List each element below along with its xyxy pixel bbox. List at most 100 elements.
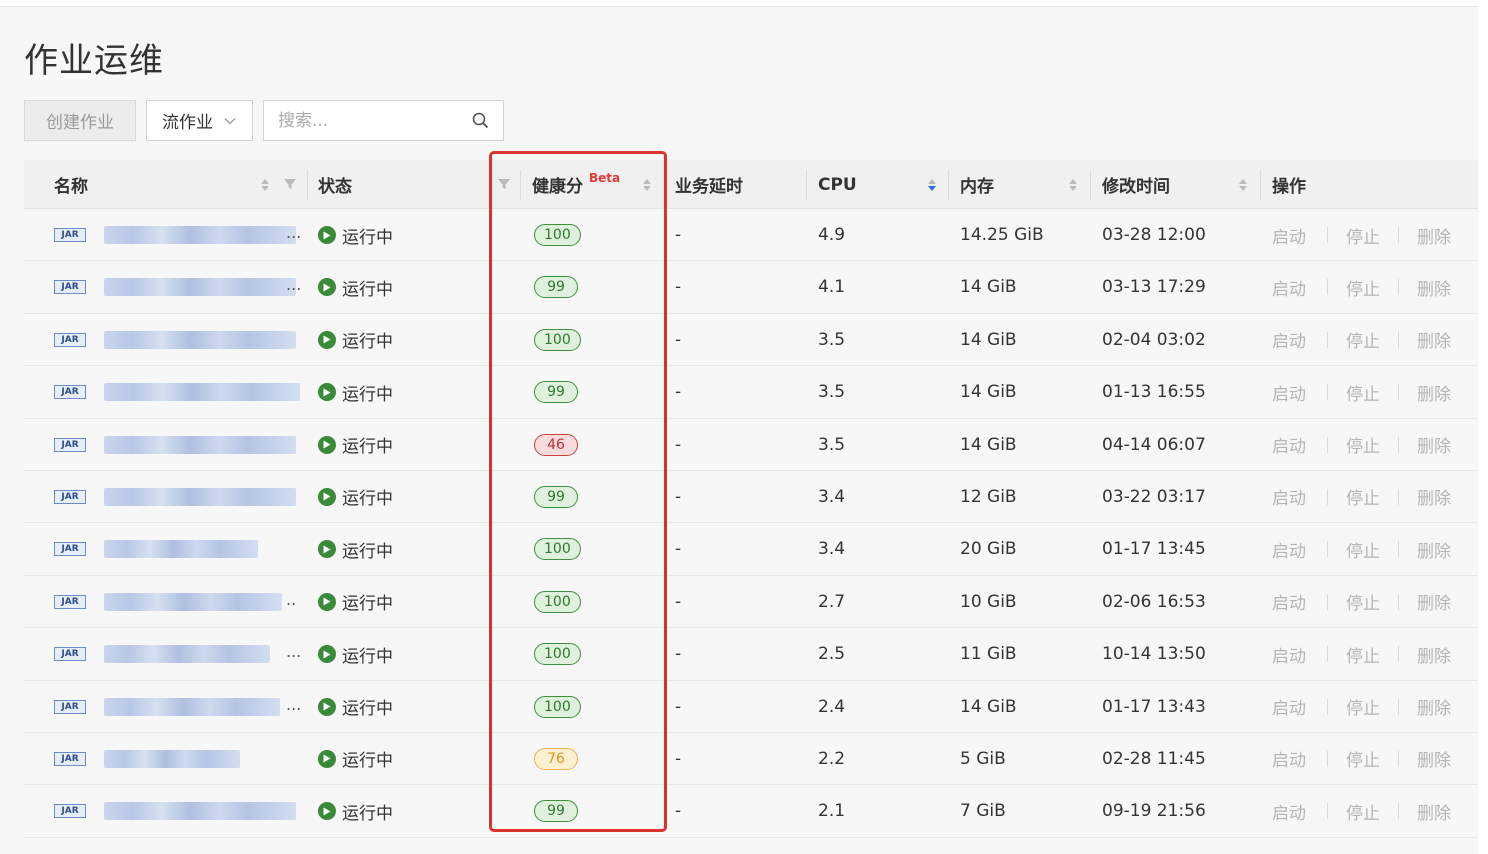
sort-icon[interactable]	[1238, 177, 1248, 193]
table-row[interactable]: JAR 运行中 99 - 2.1 7 GiB 09-19 21:56 启动 停止…	[24, 785, 1478, 838]
stop-action[interactable]: 停止	[1328, 223, 1398, 248]
sort-icon[interactable]	[642, 177, 652, 193]
health-score-badge: 100	[534, 538, 581, 561]
table-row[interactable]: JAR 运行中 76 - 2.2 5 GiB 02-28 11:45 启动 停止…	[24, 732, 1478, 786]
running-status-icon	[318, 278, 336, 297]
table-row[interactable]: JAR 运行中 46 - 3.5 14 GiB 04-14 06:07 启动 停…	[24, 418, 1478, 471]
col-name-header: 名称	[54, 177, 88, 197]
delete-action[interactable]: 删除	[1399, 275, 1469, 300]
delete-action[interactable]: 删除	[1399, 589, 1469, 614]
stop-action[interactable]: 停止	[1328, 537, 1398, 562]
job-name-redacted[interactable]	[104, 802, 296, 821]
status-cell: 运行中	[318, 576, 393, 628]
delete-action[interactable]: 删除	[1399, 537, 1469, 562]
table-row[interactable]: JAR 运行中 100 - 3.4 20 GiB 01-17 13:45 启动 …	[24, 523, 1478, 576]
modified-time-cell: 02-28 11:45	[1102, 748, 1206, 769]
start-action[interactable]: 启动	[1272, 799, 1327, 824]
status-cell: 运行中	[318, 471, 393, 523]
page-title: 作业运维	[24, 41, 164, 81]
table-row[interactable]: JAR .. 运行中 100 - 2.7 10 GiB 02-06 16:53 …	[24, 575, 1478, 629]
start-action[interactable]: 启动	[1272, 746, 1327, 771]
table-row[interactable]: JAR ... 运行中 100 - 2.4 14 GiB 01-17 13:43…	[24, 680, 1478, 733]
modified-time-cell: 09-19 21:56	[1102, 801, 1206, 822]
delete-action[interactable]: 删除	[1399, 642, 1469, 667]
stop-action[interactable]: 停止	[1328, 694, 1398, 719]
job-name-redacted[interactable]	[104, 330, 296, 349]
stop-action[interactable]: 停止	[1328, 327, 1398, 352]
stop-action[interactable]: 停止	[1328, 432, 1398, 457]
jar-tag: JAR	[54, 228, 86, 242]
actions-cell: 启动 停止 删除	[1272, 785, 1469, 837]
cpu-cell: 3.5	[818, 329, 846, 350]
delete-action[interactable]: 删除	[1399, 223, 1469, 248]
stop-action[interactable]: 停止	[1328, 380, 1398, 405]
job-name-redacted[interactable]	[104, 487, 296, 506]
delete-action[interactable]: 删除	[1399, 380, 1469, 405]
stop-action[interactable]: 停止	[1328, 589, 1398, 614]
start-action[interactable]: 启动	[1272, 537, 1327, 562]
status-cell: 运行中	[318, 261, 393, 313]
health-score-badge: 99	[534, 485, 578, 508]
status-text: 运行中	[342, 332, 393, 353]
running-status-icon	[318, 592, 336, 611]
table-row[interactable]: JAR 运行中 100 - 3.5 14 GiB 02-04 03:02 启动 …	[24, 313, 1478, 367]
filter-icon[interactable]	[284, 178, 296, 190]
create-job-button[interactable]: 创建作业	[24, 100, 136, 141]
delete-action[interactable]: 删除	[1399, 327, 1469, 352]
table-row[interactable]: JAR ... 运行中 99 - 4.1 14 GiB 03-13 17:29 …	[24, 261, 1478, 314]
cpu-cell: 3.5	[818, 382, 846, 403]
job-name-redacted[interactable]	[104, 278, 296, 297]
cpu-cell: 4.9	[818, 225, 846, 245]
delete-action[interactable]: 删除	[1399, 432, 1469, 457]
search-input[interactable]	[278, 110, 458, 131]
start-action[interactable]: 启动	[1272, 432, 1327, 457]
job-name-redacted[interactable]	[104, 383, 300, 402]
sort-icon[interactable]	[260, 177, 270, 193]
delete-action[interactable]: 删除	[1399, 799, 1469, 824]
delete-action[interactable]: 删除	[1399, 484, 1469, 509]
cpu-cell: 2.7	[818, 591, 846, 612]
sort-desc-icon[interactable]	[927, 177, 937, 193]
job-name-redacted[interactable]	[104, 592, 282, 611]
job-name-redacted[interactable]	[104, 435, 296, 454]
table-row[interactable]: JAR ... 运行中 100 - 4.9 14.25 GiB 03-28 12…	[24, 209, 1478, 262]
start-action[interactable]: 启动	[1272, 380, 1327, 405]
job-name-redacted[interactable]	[104, 226, 296, 244]
modified-time-cell: 01-13 16:55	[1102, 382, 1206, 403]
job-name-redacted[interactable]	[104, 645, 270, 664]
stop-action[interactable]: 停止	[1328, 275, 1398, 300]
start-action[interactable]: 启动	[1272, 642, 1327, 667]
table-row[interactable]: JAR 运行中 99 - 3.5 14 GiB 01-13 16:55 启动 停…	[24, 366, 1478, 419]
sort-icon[interactable]	[1068, 177, 1078, 193]
actions-cell: 启动 停止 删除	[1272, 419, 1469, 471]
start-action[interactable]: 启动	[1272, 694, 1327, 719]
delete-action[interactable]: 删除	[1399, 694, 1469, 719]
stop-action[interactable]: 停止	[1328, 799, 1398, 824]
modified-time-cell: 04-14 06:07	[1102, 434, 1206, 455]
table-row[interactable]: JAR 运行中 99 - 3.4 12 GiB 03-22 03:17 启动 停…	[24, 470, 1478, 524]
stop-action[interactable]: 停止	[1328, 746, 1398, 771]
delete-action[interactable]: 删除	[1399, 746, 1469, 771]
search-icon[interactable]	[472, 112, 489, 129]
start-action[interactable]: 启动	[1272, 589, 1327, 614]
table-row[interactable]: JAR ... 运行中 100 - 2.5 11 GiB 10-14 13:50…	[24, 628, 1478, 681]
start-action[interactable]: 启动	[1272, 275, 1327, 300]
job-type-select[interactable]: 流作业	[146, 100, 253, 141]
toolbar: 创建作业 流作业	[24, 100, 504, 141]
actions-cell: 启动 停止 删除	[1272, 261, 1469, 313]
job-name-redacted[interactable]	[104, 697, 280, 716]
start-action[interactable]: 启动	[1272, 327, 1327, 352]
cpu-cell: 3.5	[818, 434, 846, 455]
actions-cell: 启动 停止 删除	[1272, 209, 1469, 261]
job-name-redacted[interactable]	[104, 749, 240, 768]
stop-action[interactable]: 停止	[1328, 642, 1398, 667]
column-divider	[520, 170, 521, 200]
start-action[interactable]: 启动	[1272, 484, 1327, 509]
latency-cell: -	[675, 644, 682, 665]
status-text: 运行中	[342, 803, 393, 824]
col-memory-header: 内存	[960, 177, 994, 197]
start-action[interactable]: 启动	[1272, 223, 1327, 248]
stop-action[interactable]: 停止	[1328, 484, 1398, 509]
filter-icon[interactable]	[498, 178, 510, 190]
job-name-redacted[interactable]	[104, 540, 258, 559]
